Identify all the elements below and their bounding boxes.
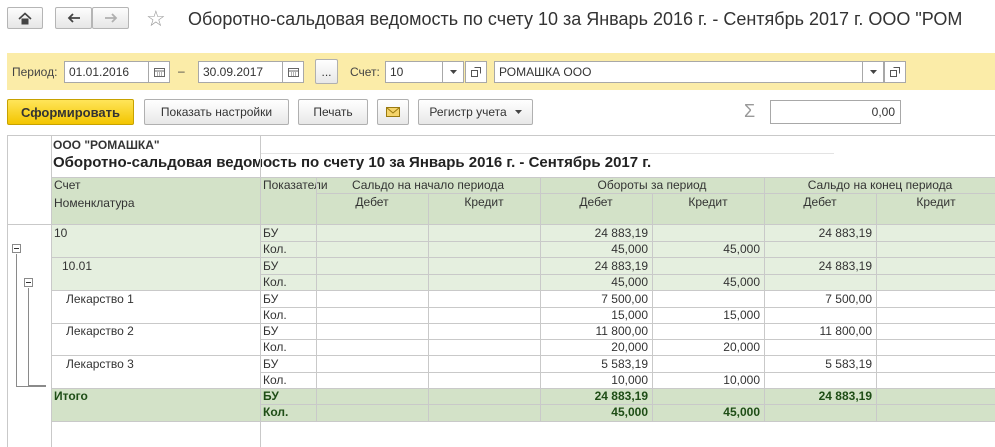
row-name: Лекарство 3 xyxy=(66,357,134,371)
date-from-field[interactable]: 01.01.2016 xyxy=(64,61,150,83)
arrow-right-icon xyxy=(104,13,117,23)
window-title: Оборотно-сальдовая ведомость по счету 10… xyxy=(188,9,963,29)
indicator-qty: Кол. xyxy=(263,340,287,354)
organization-field[interactable]: РОМАШКА ООО xyxy=(494,61,863,83)
indicator-bu: БУ xyxy=(263,292,279,306)
account-dropdown-button[interactable] xyxy=(442,61,464,83)
indicator-bu: БУ xyxy=(263,357,279,371)
account-open-button[interactable] xyxy=(465,61,487,83)
indicator-bu: БУ xyxy=(263,259,279,273)
cell-bu-tdebit: 5 583,19 xyxy=(601,357,648,371)
period-label: Период: xyxy=(12,65,58,79)
total-indicator-bu: БУ xyxy=(263,389,279,403)
calendar-icon xyxy=(153,68,165,77)
chevron-down-icon xyxy=(514,110,522,114)
open-icon xyxy=(890,67,900,77)
cell-bu-cdebit: 7 500,00 xyxy=(825,292,872,306)
cell-qty-tcredit: 45,000 xyxy=(723,275,760,289)
email-button[interactable] xyxy=(377,99,409,125)
header-closing-debit: Дебет xyxy=(803,195,837,209)
collapse-10-icon[interactable] xyxy=(12,244,21,253)
print-button[interactable]: Печать xyxy=(298,99,368,125)
date-to-calendar-button[interactable] xyxy=(282,61,304,83)
generate-button[interactable]: Сформировать xyxy=(7,99,134,125)
header-nomenclature: Номенклатура xyxy=(54,196,135,210)
date-to-field[interactable]: 30.09.2017 xyxy=(198,61,284,83)
filter-panel: Период: 01.01.2016 – 30.09.2017 ... Счет… xyxy=(7,53,995,90)
indicator-bu: БУ xyxy=(263,324,279,338)
cell-bu-cdebit: 24 883,19 xyxy=(818,259,872,273)
register-dropdown-button[interactable]: Регистр учета xyxy=(418,99,533,125)
indicator-qty: Кол. xyxy=(263,275,287,289)
row-name: Лекарство 2 xyxy=(66,324,134,338)
cell-bu-cdebit: 5 583,19 xyxy=(825,357,872,371)
cell-qty-tdebit: 10,000 xyxy=(611,373,648,387)
cell-bu-cdebit: 24 883,19 xyxy=(818,226,872,240)
indicator-bu: БУ xyxy=(263,226,279,240)
cell-qty-tcredit: 45,000 xyxy=(723,242,760,256)
indicator-qty: Кол. xyxy=(263,373,287,387)
home-button[interactable] xyxy=(7,7,43,29)
collapse-1001-icon[interactable] xyxy=(24,278,33,287)
back-button[interactable] xyxy=(55,7,92,29)
arrow-left-icon xyxy=(67,13,80,23)
chevron-down-icon xyxy=(869,70,877,74)
period-dash: – xyxy=(178,64,185,78)
show-settings-button[interactable]: Показать настройки xyxy=(144,99,289,125)
header-closing-credit: Кредит xyxy=(916,195,956,209)
forward-button[interactable] xyxy=(92,7,129,29)
total-qty-tcredit: 45,000 xyxy=(723,405,760,419)
indicator-qty: Кол. xyxy=(263,308,287,322)
header-turnover-debit: Дебет xyxy=(579,195,613,209)
header-account: Счет xyxy=(54,178,81,192)
cell-bu-tdebit: 24 883,19 xyxy=(594,226,648,240)
sigma-icon: Σ xyxy=(744,101,756,121)
cell-bu-tdebit: 7 500,00 xyxy=(601,292,648,306)
star-icon[interactable]: ☆ xyxy=(146,6,166,32)
total-bu-tdebit: 24 883,19 xyxy=(594,389,648,403)
header-opening-debit: Дебет xyxy=(355,195,389,209)
header-closing: Сальдо на конец периода xyxy=(807,178,953,192)
cell-bu-tdebit: 11 800,00 xyxy=(595,324,649,338)
calendar-icon xyxy=(287,68,299,77)
total-indicator-qty: Кол. xyxy=(263,405,289,419)
cell-bu-tdebit: 24 883,19 xyxy=(594,259,648,273)
report-spreadsheet[interactable]: ООО "РОМАШКА" Оборотно-сальдовая ведомос… xyxy=(7,135,995,447)
sum-field: 0,00 xyxy=(770,100,901,124)
period-select-button[interactable]: ... xyxy=(315,59,338,84)
cell-qty-tdebit: 20,000 xyxy=(611,340,648,354)
account-field[interactable]: 10 xyxy=(385,61,444,83)
header-opening-credit: Кредит xyxy=(464,195,504,209)
report-heading: Оборотно-сальдовая ведомость по счету 10… xyxy=(53,154,652,171)
header-turnover-credit: Кредит xyxy=(688,195,728,209)
row-name: Лекарство 1 xyxy=(66,292,134,306)
cell-qty-tdebit: 45,000 xyxy=(611,275,648,289)
home-icon xyxy=(18,11,32,24)
account-label: Счет: xyxy=(350,65,380,79)
header-turnover: Обороты за период xyxy=(597,178,707,192)
header-indicators: Показатели xyxy=(263,178,328,192)
company-name: ООО "РОМАШКА" xyxy=(53,138,160,152)
total-label: Итого xyxy=(54,389,88,403)
total-bu-cdebit: 24 883,19 xyxy=(818,389,872,403)
cell-qty-tcredit: 10,000 xyxy=(723,373,760,387)
envelope-icon xyxy=(386,107,400,117)
cell-qty-tdebit: 45,000 xyxy=(611,242,648,256)
row-name: 10 xyxy=(54,226,68,240)
row-name: 10.01 xyxy=(62,259,93,273)
cell-bu-cdebit: 11 800,00 xyxy=(819,324,873,338)
organization-dropdown-button[interactable] xyxy=(862,61,884,83)
total-qty-tdebit: 45,000 xyxy=(611,405,648,419)
open-icon xyxy=(471,67,481,77)
organization-open-button[interactable] xyxy=(884,61,906,83)
cell-qty-tcredit: 15,000 xyxy=(723,308,760,322)
register-label: Регистр учета xyxy=(429,105,507,119)
cell-qty-tdebit: 15,000 xyxy=(611,308,648,322)
chevron-down-icon xyxy=(449,70,457,74)
cell-qty-tcredit: 20,000 xyxy=(723,340,760,354)
header-opening: Сальдо на начало периода xyxy=(351,178,505,192)
date-from-calendar-button[interactable] xyxy=(148,61,170,83)
indicator-qty: Кол. xyxy=(263,242,287,256)
